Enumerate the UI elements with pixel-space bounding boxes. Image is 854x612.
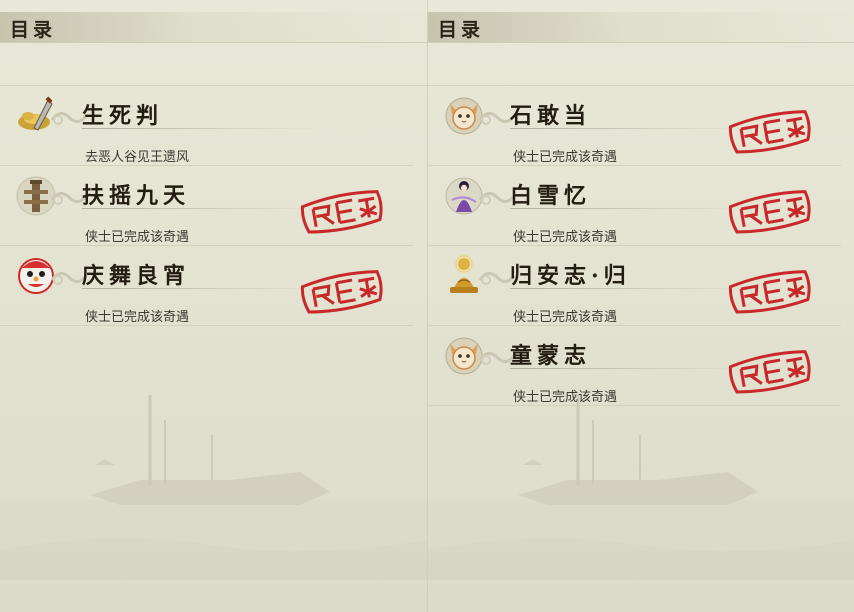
catalog-entry[interactable]: 童蒙志 侠士已完成该奇遇 [428,326,854,406]
catalog-entry[interactable]: 庆舞良宵 侠士已完成该奇遇 [0,246,427,326]
title-underline [82,288,322,289]
catalog-entry[interactable]: 扶摇九天 侠士已完成该奇遇 [0,166,427,246]
entry-title: 童蒙志 [510,343,592,369]
entry-status: 侠士已完成该奇遇 [85,230,190,245]
title-underline [82,128,322,129]
title-underline [510,208,750,209]
ink-wash-scenery [428,395,854,580]
catalog-entry[interactable]: 白雪忆 侠士已完成该奇遇 [428,166,854,246]
entry-title: 石敢当 [510,103,592,129]
ink-wash-scenery [0,395,427,580]
completed-seal-stamp [728,270,811,314]
entry-title: 归安志·归 [510,263,631,289]
entry-title: 生死判 [82,103,164,129]
completed-seal-stamp [728,350,811,394]
completed-seal-stamp [728,190,811,234]
title-underline [82,208,322,209]
title-underline [510,368,750,369]
divider [0,573,427,574]
page-header: 目录 [0,12,427,43]
completed-seal-stamp [728,110,811,154]
left-catalog-page: 目录 生死判 去恶人谷见王遗风 扶摇九天 侠士已完成该奇遇 庆舞良宵 侠士已完成… [0,0,427,612]
entry-status: 侠士已完成该奇遇 [513,310,618,325]
title-underline [510,128,750,129]
entry-status: 侠士已完成该奇遇 [513,150,618,165]
title-underline [510,288,750,289]
completed-seal-stamp [300,270,383,314]
divider [428,573,854,574]
entry-title: 扶摇九天 [82,183,191,209]
divider [428,405,841,406]
page-header-title: 目录 [438,19,485,41]
page-header: 目录 [428,12,854,43]
entry-status: 侠士已完成该奇遇 [513,230,618,245]
divider [0,325,413,326]
catalog-entry[interactable]: 石敢当 侠士已完成该奇遇 [428,86,854,166]
entry-title: 庆舞良宵 [82,263,191,289]
entry-status: 侠士已完成该奇遇 [85,310,190,325]
catalog-entry[interactable]: 生死判 去恶人谷见王遗风 [0,86,427,166]
page-header-title: 目录 [10,19,57,41]
catalog-entry[interactable]: 归安志·归 侠士已完成该奇遇 [428,246,854,326]
entry-status: 侠士已完成该奇遇 [513,390,618,405]
entry-status: 去恶人谷见王遗风 [85,150,190,165]
entry-title: 白雪忆 [510,183,592,209]
right-catalog-page: 目录 石敢当 侠士已完成该奇遇 白雪忆 侠士已完成该奇遇 归安志·归 侠士已完成… [427,0,854,612]
completed-seal-stamp [300,190,383,234]
